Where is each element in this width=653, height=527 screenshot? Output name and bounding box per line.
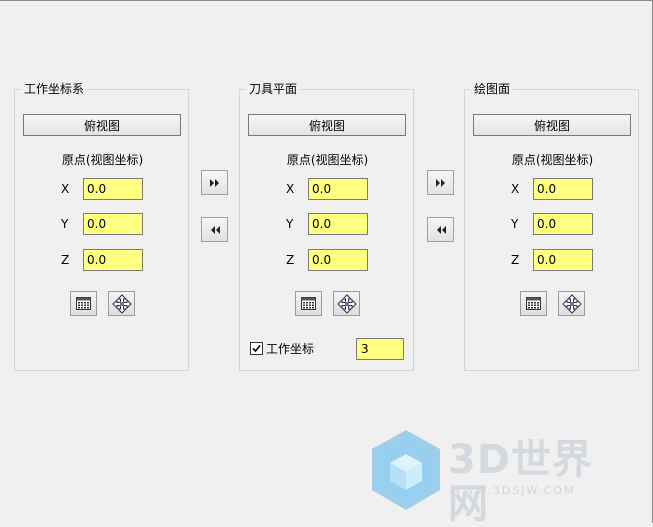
- construction-plane-y-label: Y: [511, 217, 519, 231]
- watermark-brand: 3D世界网: [448, 437, 594, 527]
- copy-right-button-2[interactable]: [427, 170, 454, 195]
- construction-plane-y-input[interactable]: [533, 213, 593, 235]
- construction-plane-move-origin-button[interactable]: [558, 291, 585, 316]
- checkmark-icon: [252, 344, 261, 353]
- wcs-z-label: Z: [61, 253, 70, 267]
- double-right-arrow-icon: [209, 178, 219, 187]
- work-coord-checkbox[interactable]: [250, 342, 263, 355]
- copy-right-button-1[interactable]: [201, 170, 228, 195]
- work-coord-label: 工作坐标: [266, 342, 315, 356]
- wcs-y-label: Y: [61, 217, 69, 231]
- tool-plane-select-origin-button[interactable]: [295, 291, 322, 316]
- work-coord-row: 工作坐标: [250, 338, 410, 360]
- construction-plane-group-title: 绘图面: [471, 81, 514, 97]
- construction-plane-select-origin-button[interactable]: [520, 291, 547, 316]
- wcs-x-input[interactable]: [83, 178, 143, 200]
- construction-plane-z-input[interactable]: [533, 249, 593, 271]
- construction-plane-view-button[interactable]: 俯视图: [473, 114, 631, 136]
- tool-plane-group-title: 刀具平面: [246, 81, 301, 97]
- tool-plane-y-input[interactable]: [308, 213, 368, 235]
- tool-plane-z-input[interactable]: [308, 249, 368, 271]
- copy-left-button-1[interactable]: [201, 217, 228, 242]
- watermark-cube-logo-icon: [372, 430, 440, 510]
- wcs-group-title: 工作坐标系: [21, 81, 88, 97]
- tool-plane-move-origin-button[interactable]: [333, 291, 360, 316]
- tool-plane-group: 刀具平面 俯视图 原点(视图坐标) X Y Z 工作坐标: [239, 81, 414, 371]
- construction-plane-x-label: X: [511, 182, 520, 196]
- wcs-select-origin-button[interactable]: [70, 291, 97, 316]
- watermark: 3D世界网 WWW.3DSJW.COM: [368, 428, 633, 526]
- construction-plane-origin-label: 原点(视图坐标): [511, 153, 594, 167]
- tool-plane-view-button[interactable]: 俯视图: [248, 114, 406, 136]
- wcs-y-input[interactable]: [83, 213, 143, 235]
- tool-plane-x-input[interactable]: [308, 178, 368, 200]
- wcs-move-origin-button[interactable]: [108, 291, 135, 316]
- wcs-group: 工作坐标系 俯视图 原点(视图坐标) X Y Z: [14, 81, 189, 371]
- double-right-arrow-icon: [435, 178, 445, 187]
- tool-plane-origin-label: 原点(视图坐标): [286, 153, 369, 167]
- wcs-view-button[interactable]: 俯视图: [23, 114, 181, 136]
- calculator-grid-icon: [301, 297, 316, 310]
- construction-plane-x-input[interactable]: [533, 178, 593, 200]
- watermark-url: WWW.3DSJW.COM: [450, 484, 576, 497]
- move-cross-icon: [561, 293, 582, 314]
- wcs-z-input[interactable]: [83, 249, 143, 271]
- wcs-origin-label: 原点(视图坐标): [61, 153, 144, 167]
- double-left-arrow-icon: [210, 225, 220, 234]
- window-top-border: [0, 0, 653, 1]
- copy-left-button-2[interactable]: [427, 217, 454, 242]
- calculator-grid-icon: [526, 297, 541, 310]
- construction-plane-group: 绘图面 俯视图 原点(视图坐标) X Y Z: [464, 81, 639, 371]
- tool-plane-x-label: X: [286, 182, 295, 196]
- move-cross-icon: [336, 293, 357, 314]
- double-left-arrow-icon: [436, 225, 446, 234]
- move-cross-icon: [111, 293, 132, 314]
- tool-plane-y-label: Y: [286, 217, 294, 231]
- construction-plane-z-label: Z: [511, 253, 520, 267]
- tool-plane-z-label: Z: [286, 253, 295, 267]
- wcs-x-label: X: [61, 182, 70, 196]
- calculator-grid-icon: [76, 297, 91, 310]
- work-coord-input[interactable]: [356, 338, 404, 360]
